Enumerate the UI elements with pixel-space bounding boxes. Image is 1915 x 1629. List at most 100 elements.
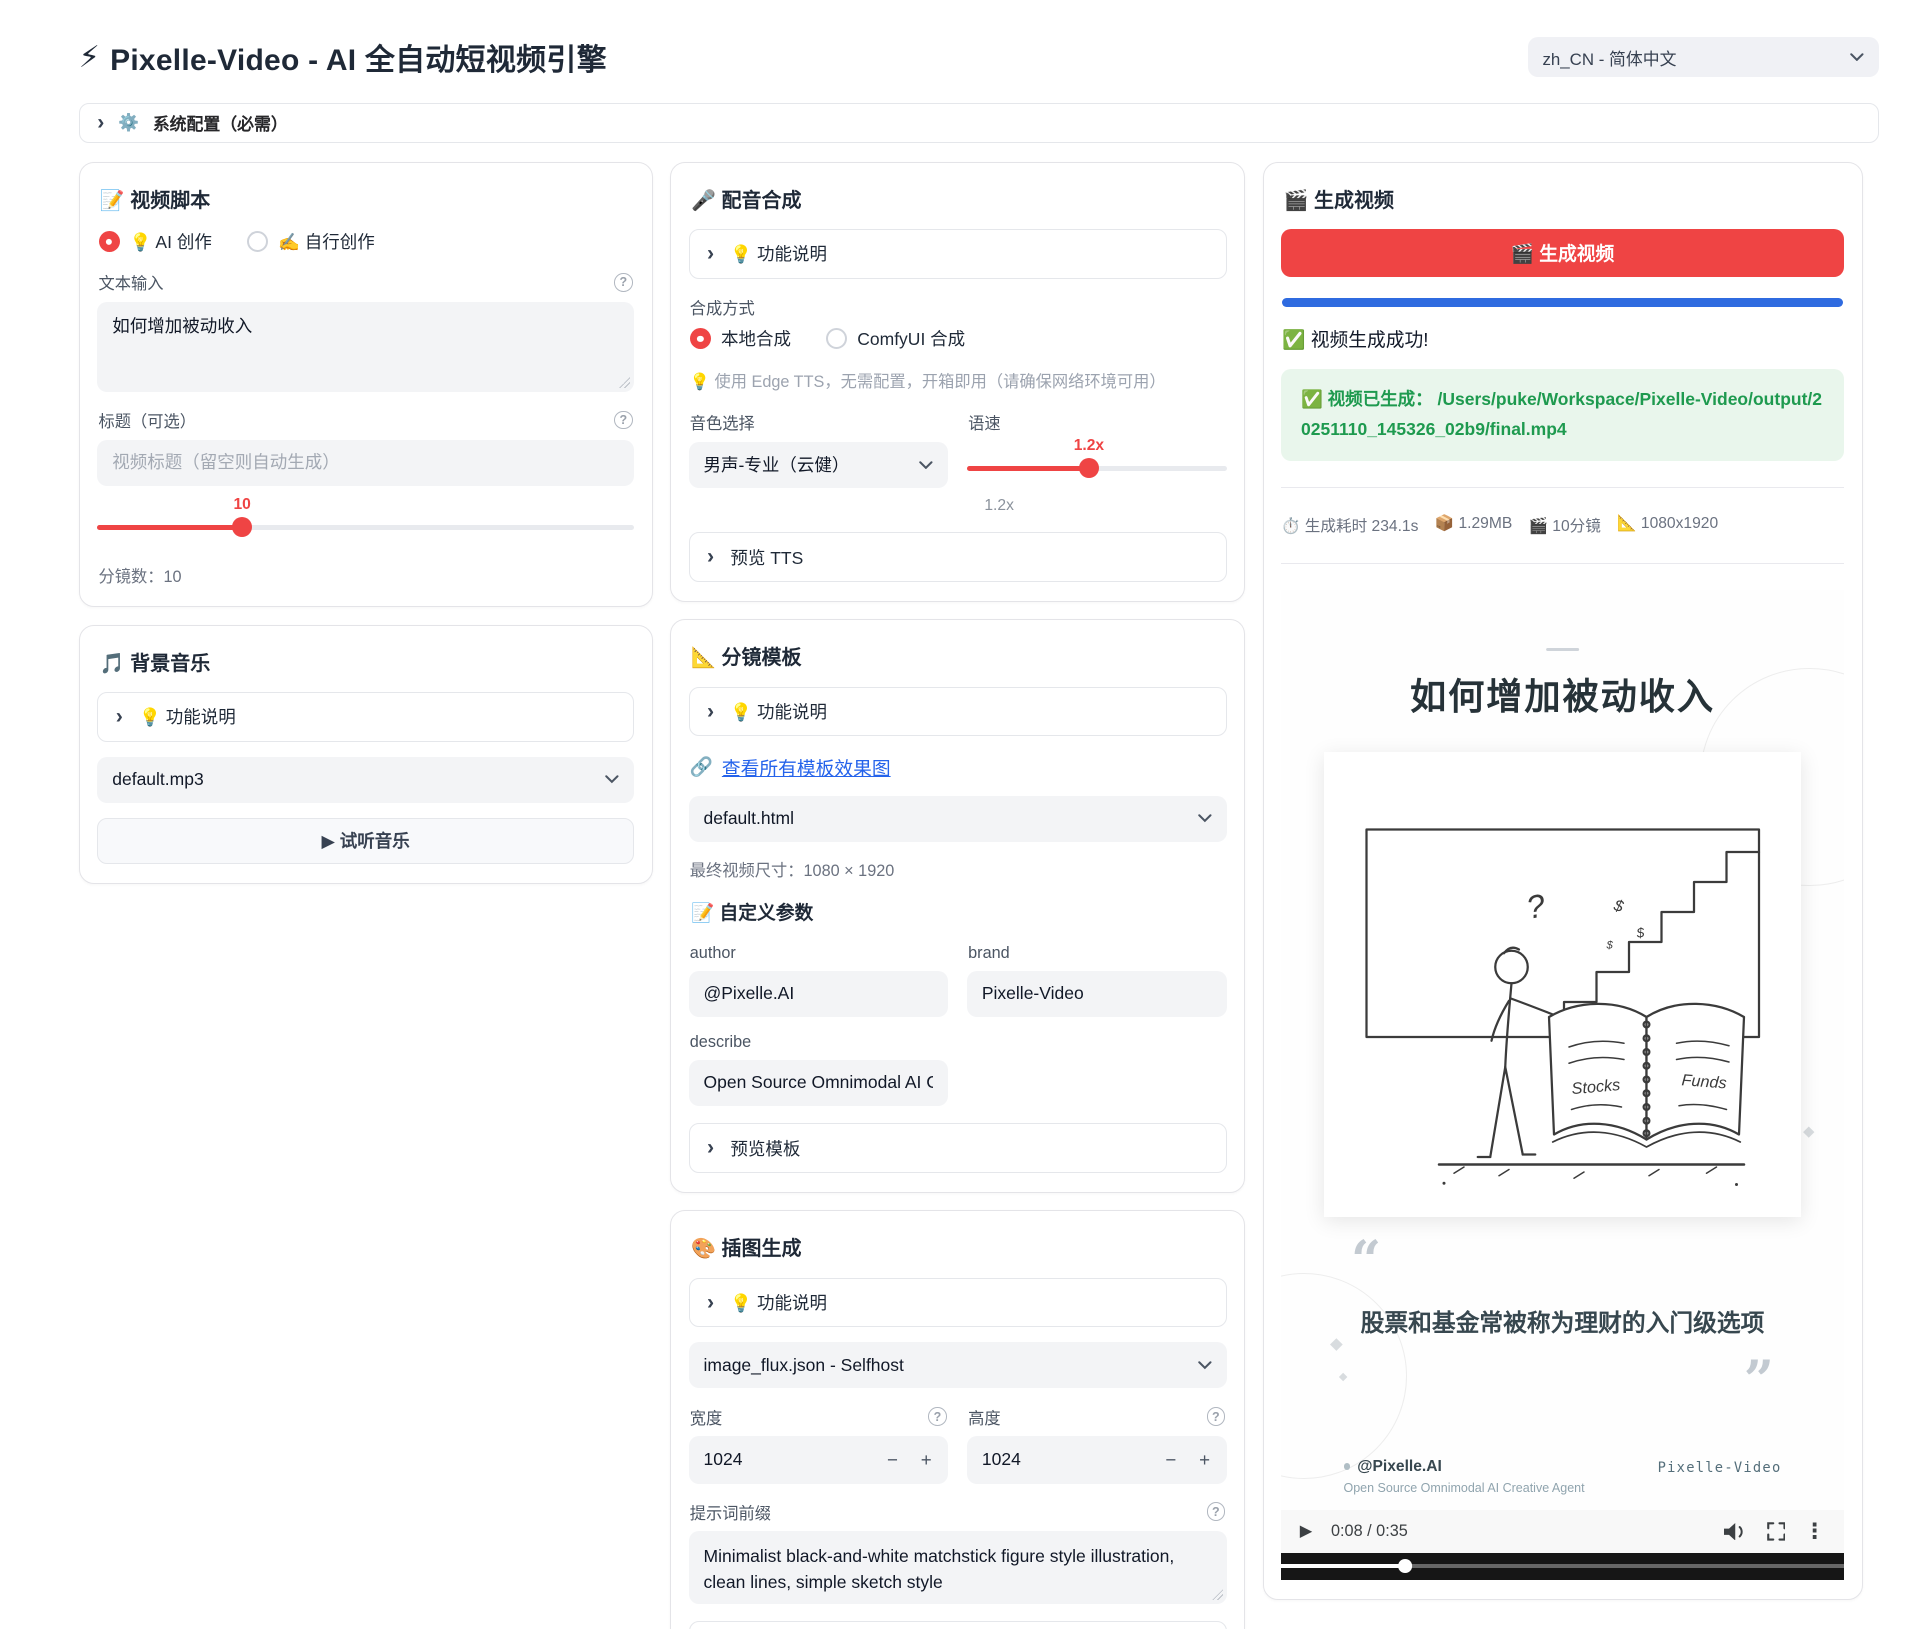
width-decrement-button[interactable]: − <box>876 1442 910 1477</box>
panel-title: 🎵 背景音乐 <box>100 647 632 676</box>
radio-selected-icon <box>690 328 711 349</box>
width-value: 1024 <box>704 1449 876 1470</box>
radio-ai-create[interactable]: 💡 AI 创作 <box>99 229 212 254</box>
help-icon[interactable]: ? <box>614 411 633 430</box>
panel-title: 🎨 插图生成 <box>691 1232 1224 1261</box>
label-text: 语速 <box>968 410 1001 434</box>
select-value: default.mp3 <box>112 769 203 790</box>
help-icon[interactable]: ? <box>614 273 633 292</box>
slide-author-subtitle: Open Source Omnimodal AI Creative Agent <box>1344 1481 1585 1495</box>
book-left-page <box>1549 1004 1647 1140</box>
speed-label: 语速 <box>968 410 1225 434</box>
stat-resolution: 📐 1080x1920 <box>1617 514 1718 536</box>
radio-local-synthesis[interactable]: 本地合成 <box>690 326 791 351</box>
width-label-row: 宽度 ? <box>690 1405 947 1429</box>
template-help-accordion[interactable]: › 💡 功能说明 <box>689 687 1227 737</box>
panel-title: 🎤 配音合成 <box>691 184 1224 213</box>
background-music-panel: 🎵 背景音乐 › 💡 功能说明 default.mp3 ▶ 试听音乐 <box>79 625 653 884</box>
style-preview-accordion[interactable]: › 预览风格 <box>689 1621 1227 1629</box>
prompt-prefix-input[interactable]: Minimalist black-and-white matchstick fi… <box>689 1531 1227 1604</box>
text-input-label: 文本输入 <box>99 270 164 294</box>
speed-readout: 1.2x <box>984 497 1226 515</box>
generate-video-button[interactable]: 🎬 生成视频 <box>1281 229 1844 277</box>
accordion-label: 💡 功能说明 <box>730 241 827 266</box>
label-text: 合成方式 <box>690 295 755 319</box>
height-decrement-button[interactable]: − <box>1154 1442 1188 1477</box>
preview-music-button[interactable]: ▶ 试听音乐 <box>97 818 634 864</box>
height-stepper[interactable]: 1024 − + <box>967 1436 1227 1484</box>
slide-author-block: @Pixelle.AI Open Source Omnimodal AI Cre… <box>1344 1458 1585 1495</box>
gear-icon: ⚙️ <box>118 113 139 133</box>
height-increment-button[interactable]: + <box>1188 1442 1222 1477</box>
stat-duration: ⏱️ 生成耗时 234.1s <box>1281 514 1418 536</box>
help-icon[interactable]: ? <box>928 1407 947 1426</box>
illustration-help-accordion[interactable]: › 💡 功能说明 <box>689 1278 1227 1328</box>
speed-column: 语速 1.2x 1.2x <box>967 394 1227 515</box>
chevron-right-icon: › <box>707 245 714 263</box>
quote-close-icon: ” <box>1744 1355 1774 1408</box>
template-preview-accordion[interactable]: › 预览模板 <box>689 1123 1227 1173</box>
brand-label: brand <box>968 944 1225 963</box>
language-select[interactable]: zh_CN - 简体中文 <box>1528 37 1879 77</box>
video-player[interactable]: 如何增加被动收入 <box>1281 590 1844 1580</box>
author-label: author <box>690 944 947 963</box>
volume-icon[interactable] <box>1724 1523 1748 1541</box>
radio-comfyui-synthesis[interactable]: ComfyUI 合成 <box>826 326 965 351</box>
radio-manual-create[interactable]: ✍️ 自行创作 <box>247 229 375 254</box>
slider-knob[interactable] <box>1079 458 1099 478</box>
tts-mode-radios: 本地合成 ComfyUI 合成 <box>690 326 1226 351</box>
video-title-input[interactable] <box>97 440 634 486</box>
slider-knob[interactable] <box>232 517 252 537</box>
panel-title: 🎬 生成视频 <box>1284 184 1842 213</box>
workflow-select[interactable]: image_flux.json - Selfhost <box>689 1342 1227 1388</box>
templates-gallery-link[interactable]: 查看所有模板效果图 <box>722 754 891 781</box>
width-stepper[interactable]: 1024 − + <box>689 1436 949 1484</box>
storyboard-count-slider[interactable]: 10 <box>97 506 634 549</box>
height-label-row: 高度 ? <box>968 1405 1225 1429</box>
more-options-icon[interactable]: ⋮ <box>1804 1519 1825 1544</box>
accordion-label: 预览模板 <box>730 1136 800 1161</box>
panel-title: 📝 视频脚本 <box>100 184 632 213</box>
tts-help-accordion[interactable]: › 💡 功能说明 <box>689 229 1227 279</box>
stat-filesize: 📦 1.29MB <box>1435 514 1513 536</box>
system-config-accordion[interactable]: › ⚙️ 系统配置（必需） <box>79 103 1879 143</box>
describe-input[interactable] <box>689 1060 949 1106</box>
timeline-progress <box>1281 1564 1405 1568</box>
slide-illustration: ? $ $ $ Stocks Funds <box>1324 752 1802 1217</box>
header: ⚡ Pixelle-Video - AI 全自动短视频引擎 zh_CN - 简体… <box>0 0 1915 79</box>
fullscreen-icon[interactable] <box>1767 1522 1786 1541</box>
help-icon[interactable]: ? <box>1207 1407 1226 1426</box>
music-file-select[interactable]: default.mp3 <box>97 757 634 803</box>
video-timeline[interactable] <box>1281 1553 1844 1581</box>
gallery-link-row: 🔗 查看所有模板效果图 <box>690 754 1226 781</box>
success-text: ✅ 视频生成成功! <box>1282 325 1843 352</box>
page-title: ⚡ Pixelle-Video - AI 全自动短视频引擎 <box>79 35 607 79</box>
tts-preview-accordion[interactable]: › 预览 TTS <box>689 532 1227 582</box>
video-time: 0:08 / 0:35 <box>1331 1522 1408 1541</box>
radio-unselected-icon <box>826 328 847 349</box>
script-text-input[interactable]: 如何增加被动收入 <box>97 302 634 392</box>
speed-slider[interactable]: 1.2x <box>967 447 1227 490</box>
accordion-label: 预览 TTS <box>730 545 803 570</box>
label-text: author <box>690 944 736 963</box>
author-input[interactable] <box>689 971 949 1017</box>
svg-text:$: $ <box>1611 896 1626 916</box>
resize-grip-icon[interactable] <box>619 377 630 388</box>
music-help-accordion[interactable]: › 💡 功能说明 <box>97 692 634 742</box>
chevron-down-icon <box>1850 53 1864 62</box>
right-column: 🎬 生成视频 🎬 生成视频 ✅ 视频生成成功! ✅ 视频已生成： /Users/… <box>1263 162 1863 1600</box>
width-increment-button[interactable]: + <box>909 1442 943 1477</box>
timeline-knob[interactable] <box>1398 1559 1412 1573</box>
brand-input[interactable] <box>967 971 1227 1017</box>
help-icon[interactable]: ? <box>1207 1502 1226 1521</box>
describe-label: describe <box>690 1033 947 1052</box>
play-button[interactable]: ▶ <box>1300 1521 1313 1541</box>
bullet-icon <box>1344 1463 1350 1469</box>
voice-select[interactable]: 男声-专业（云健） <box>689 442 949 488</box>
template-select[interactable]: default.html <box>689 796 1227 842</box>
video-size-note: 最终视频尺寸：1080 × 1920 <box>690 857 1226 881</box>
middle-column: 🎤 配音合成 › 💡 功能说明 合成方式 本地合成 ComfyUI 合成 <box>670 162 1245 1629</box>
title-label: 标题（可选） <box>99 408 197 432</box>
resize-grip-icon[interactable] <box>1212 1589 1223 1600</box>
chevron-right-icon: › <box>97 114 104 132</box>
